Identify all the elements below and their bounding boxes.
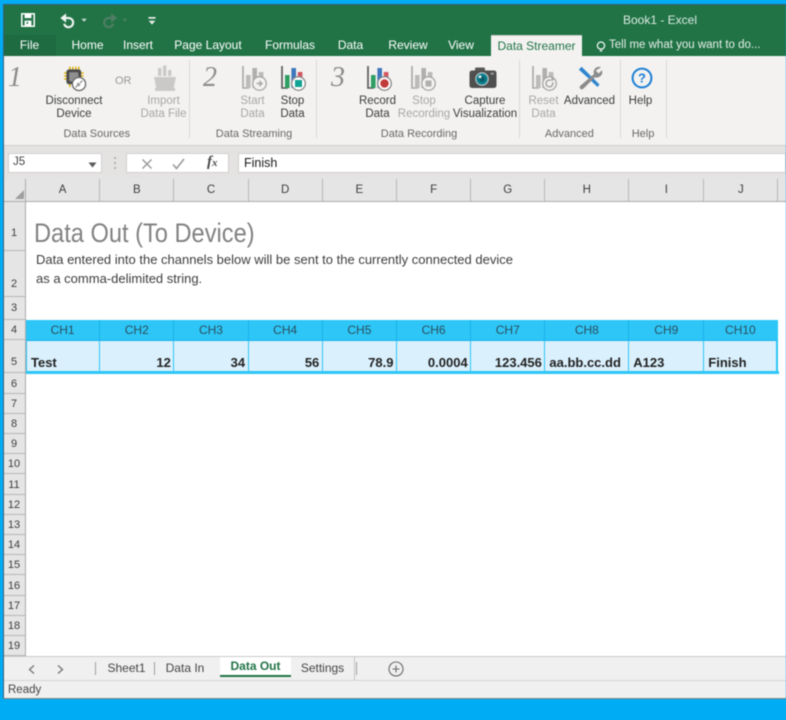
svg-text:?: ? — [638, 71, 646, 86]
